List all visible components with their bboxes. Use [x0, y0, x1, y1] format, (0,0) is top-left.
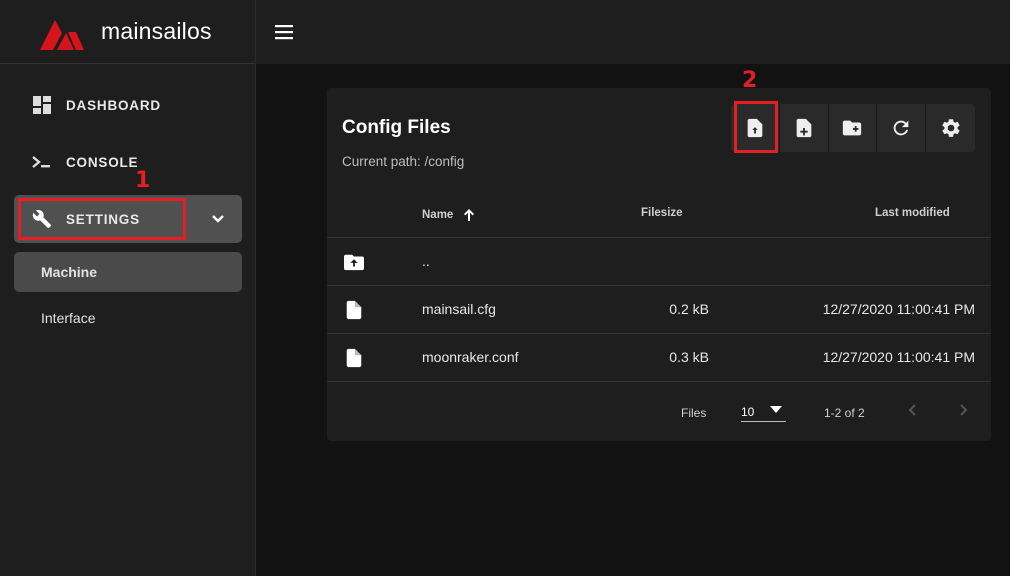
- mainsail-logo-icon: [40, 19, 84, 50]
- create-file-button[interactable]: [780, 104, 829, 152]
- file-modified: 12/27/2020 11:00:41 PM: [822, 301, 975, 317]
- file-name: moonraker.conf: [422, 349, 519, 365]
- current-path: Current path: /config: [342, 154, 465, 169]
- previous-page-icon[interactable]: [905, 402, 921, 418]
- rows-per-page-select[interactable]: 10: [741, 396, 786, 422]
- column-header-name[interactable]: Name: [422, 207, 477, 223]
- sidebar-item-dashboard[interactable]: DASHBOARD: [14, 81, 242, 129]
- annotation-number-1: 1: [135, 168, 151, 193]
- create-folder-icon: [843, 120, 862, 136]
- annotation-box-upload: [734, 101, 778, 153]
- create-file-icon: [796, 118, 812, 138]
- file-name: mainsail.cfg: [422, 301, 496, 317]
- sidebar-item-label: CONSOLE: [66, 154, 139, 170]
- refresh-button[interactable]: [877, 104, 927, 152]
- annotation-box-settings: [18, 198, 186, 240]
- sidebar-item-console[interactable]: CONSOLE: [14, 138, 242, 186]
- dropdown-arrow-icon: [770, 406, 782, 413]
- brand[interactable]: mainsailos: [0, 0, 255, 64]
- table-footer: Files 10 1-2 of 2: [327, 381, 991, 441]
- file-size: 0.3 kB: [669, 349, 709, 365]
- settings-gear-icon: [941, 119, 960, 137]
- annotation-number-2: 2: [742, 68, 758, 93]
- sidebar: mainsailos DASHBOARD CONSOLE SETTINGS Ma…: [0, 0, 256, 576]
- next-page-icon[interactable]: [955, 402, 971, 418]
- table-row[interactable]: mainsail.cfg 0.2 kB 12/27/2020 11:00:41 …: [327, 285, 991, 333]
- sidebar-item-label: DASHBOARD: [66, 97, 161, 113]
- column-header-last-modified[interactable]: Last modified: [875, 207, 950, 219]
- dashboard-icon: [32, 95, 52, 115]
- file-name: ..: [422, 253, 430, 269]
- sidebar-subitem-interface[interactable]: Interface: [14, 298, 242, 338]
- console-icon: [32, 152, 52, 172]
- file-modified: 12/27/2020 11:00:41 PM: [822, 349, 975, 365]
- file-size: 0.2 kB: [669, 301, 709, 317]
- refresh-icon: [893, 120, 909, 136]
- sidebar-subitem-machine[interactable]: Machine: [14, 252, 242, 292]
- panel-title: Config Files: [342, 117, 451, 138]
- table-row[interactable]: ..: [327, 237, 991, 285]
- menu-icon[interactable]: [274, 22, 294, 42]
- arrow-up-icon: [464, 209, 475, 221]
- column-header-filesize[interactable]: Filesize: [641, 207, 683, 219]
- file-icon: [346, 348, 362, 368]
- rows-per-page-label: Files: [681, 406, 707, 420]
- pagination-range: 1-2 of 2: [824, 406, 865, 420]
- top-app-bar: [256, 0, 1010, 64]
- create-folder-button[interactable]: [829, 104, 878, 152]
- folder-up-icon: [344, 254, 364, 271]
- brand-name: mainsailos: [101, 18, 212, 44]
- table-row[interactable]: moonraker.conf 0.3 kB 12/27/2020 11:00:4…: [327, 333, 991, 381]
- chevron-down-icon[interactable]: [208, 209, 228, 229]
- panel-settings-button[interactable]: [926, 104, 975, 152]
- config-files-panel: Config Files Current path: /config Name …: [327, 88, 991, 441]
- file-icon: [346, 300, 362, 320]
